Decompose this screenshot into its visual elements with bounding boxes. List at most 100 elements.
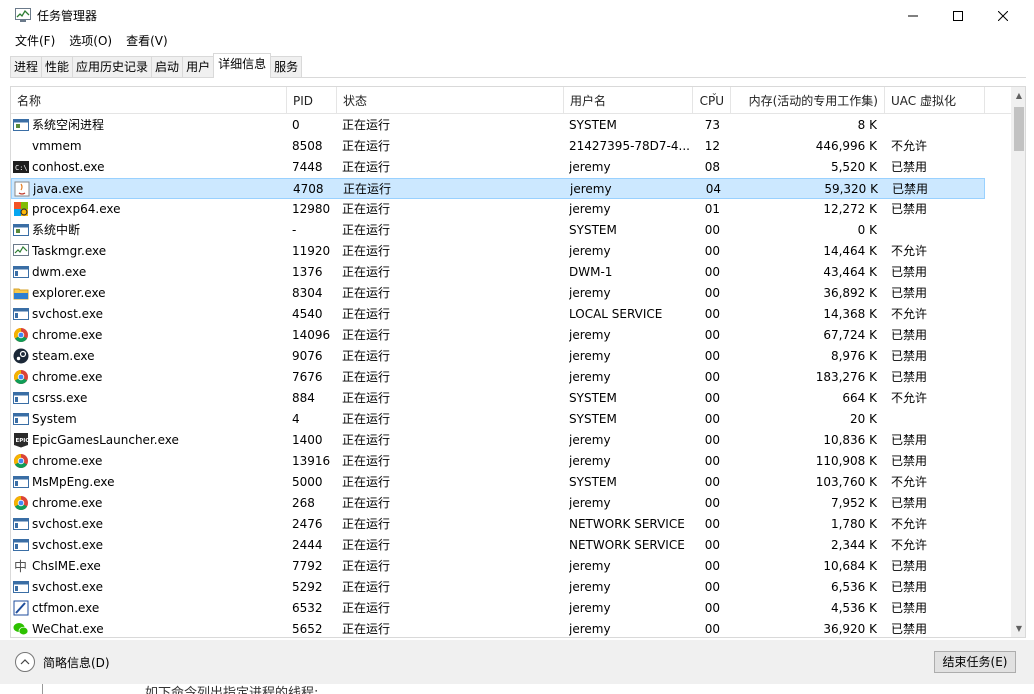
table-row[interactable]: ctfmon.exe 6532 正在运行 jeremy 00 4,536 K 已禁用 [11,598,985,619]
process-username: jeremy [569,559,611,573]
table-row[interactable]: svchost.exe 5292 正在运行 jeremy 00 6,536 K 已禁用 [11,577,985,598]
table-row[interactable]: 系统中断 - 正在运行 SYSTEM 00 0 K [11,220,985,241]
vertical-scrollbar[interactable]: ▲ ▼ [1011,87,1025,637]
menu-view[interactable]: 查看(V) [119,32,175,52]
wechat-icon [13,621,29,637]
scroll-down-arrow-icon[interactable]: ▼ [1011,620,1025,637]
table-row[interactable]: chrome.exe 7676 正在运行 jeremy 00 183,276 K 已禁用 [11,367,985,388]
table-row[interactable]: vmmem 8508 正在运行 21427395-78D7-4... 12 446,996… [11,136,985,157]
process-status: 正在运行 [342,538,391,552]
process-uac [891,409,985,430]
process-name: chrome.exe [32,328,103,342]
process-uac: 已禁用 [891,349,928,363]
process-status: 正在运行 [342,286,391,300]
process-memory: 14,368 K [823,307,877,321]
sort-descending-icon: ⌄ [711,88,718,97]
tab-processes[interactable]: 进程 [10,56,43,78]
process-name: svchost.exe [32,538,103,552]
scrollbar-thumb[interactable] [1014,107,1024,151]
close-button[interactable] [980,0,1026,31]
process-uac: 不允许 [891,517,928,531]
folder-icon [13,285,29,301]
table-row[interactable]: chrome.exe 268 正在运行 jeremy 00 7,952 K 已禁用 [11,493,985,514]
column-header-name[interactable]: 名称 [11,87,287,114]
process-username: SYSTEM [569,223,617,237]
table-row[interactable]: dwm.exe 1376 正在运行 DWM-1 00 43,464 K 已禁用 [11,262,985,283]
minimize-button[interactable] [890,0,936,31]
svg-text:中: 中 [14,560,27,574]
table-row[interactable]: EPIC EpicGamesLauncher.exe 1400 正在运行 jeremy 0… [11,430,985,451]
column-header-status[interactable]: 状态 [337,87,564,114]
table-row[interactable]: Taskmgr.exe 11920 正在运行 jeremy 00 14,464 K 不允许 [11,241,985,262]
process-pid: 1400 [292,433,323,447]
process-cpu: 00 [704,601,720,615]
process-pid: 7676 [292,370,323,384]
process-status: 正在运行 [342,391,391,405]
process-cpu: 00 [704,265,720,279]
process-pid: 5000 [292,475,323,489]
process-name: procexp64.exe [32,202,121,216]
process-username: SYSTEM [569,475,617,489]
table-row[interactable]: procexp64.exe 12980 正在运行 jeremy 01 12,272 K 已禁… [11,199,985,220]
process-pid: 2476 [292,517,323,531]
maximize-button[interactable] [935,0,981,31]
column-header-username[interactable]: 用户名 [564,87,693,114]
process-memory: 6,536 K [830,580,877,594]
process-username: 21427395-78D7-4... [569,139,690,153]
process-status: 正在运行 [342,307,391,321]
process-name: conhost.exe [32,160,105,174]
window-icon [13,390,29,406]
tab-app-history[interactable]: 应用历史记录 [72,56,153,78]
process-uac: 不允许 [891,244,928,258]
title-bar[interactable]: 任务管理器 [0,0,1034,31]
table-row[interactable]: System 4 正在运行 SYSTEM 00 20 K [11,409,985,430]
svg-text:C:\: C:\ [15,164,28,172]
background-window-strip: 如下命令列出指定进程的线程: [0,684,1034,694]
menu-file[interactable]: 文件(F) [8,32,62,52]
tab-services[interactable]: 服务 [270,56,303,78]
table-row[interactable]: 系统空闲进程 0 正在运行 SYSTEM 73 8 K [11,115,985,136]
process-memory: 0 K [857,223,877,237]
column-header-pid[interactable]: PID [287,87,337,114]
process-cpu: 04 [705,182,721,196]
process-cpu: 73 [704,118,720,132]
table-row[interactable]: chrome.exe 14096 正在运行 jeremy 00 67,724 K 已禁用 [11,325,985,346]
table-row-selected[interactable]: java.exe 4708 正在运行 jeremy 04 59,320 K 已禁用 [11,178,985,199]
table-row[interactable]: svchost.exe 4540 正在运行 LOCAL SERVICE 00 14,368… [11,304,985,325]
scroll-up-arrow-icon[interactable]: ▲ [1011,87,1025,104]
table-row[interactable]: svchost.exe 2444 正在运行 NETWORK SERVICE 00 2,34… [11,535,985,556]
tab-performance[interactable]: 性能 [41,56,74,78]
process-status: 正在运行 [342,328,391,342]
end-task-button[interactable]: 结束任务(E) [934,651,1016,673]
task-manager-app-icon [15,8,31,22]
process-name: 系统中断 [32,223,81,237]
process-cpu: 00 [704,538,720,552]
menu-options[interactable]: 选项(O) [62,32,119,52]
tab-startup[interactable]: 启动 [151,56,184,78]
table-row[interactable]: csrss.exe 884 正在运行 SYSTEM 00 664 K 不允许 [11,388,985,409]
table-row[interactable]: chrome.exe 13916 正在运行 jeremy 00 110,908 K 已禁用 [11,451,985,472]
fewer-details-button[interactable]: 简略信息(D) [15,652,110,672]
process-name: svchost.exe [32,517,103,531]
tab-users[interactable]: 用户 [182,56,215,78]
table-row[interactable]: explorer.exe 8304 正在运行 jeremy 00 36,892 K 已禁用 [11,283,985,304]
procexp-icon [13,201,29,217]
table-row[interactable]: MsMpEng.exe 5000 正在运行 SYSTEM 00 103,760 K 不允许 [11,472,985,493]
column-header-uac[interactable]: UAC 虚拟化 [885,87,985,114]
process-uac [891,220,985,241]
process-uac: 已禁用 [891,433,928,447]
table-row[interactable]: C:\ conhost.exe 7448 正在运行 jeremy 08 5,520 K 已禁用 [11,157,985,178]
table-row[interactable]: svchost.exe 2476 正在运行 NETWORK SERVICE 00 1,78… [11,514,985,535]
process-memory: 110,908 K [815,454,877,468]
column-header-memory[interactable]: 内存(活动的专用工作集) [731,87,885,114]
table-row[interactable]: steam.exe 9076 正在运行 jeremy 00 8,976 K 已禁用 [11,346,985,367]
process-name: Taskmgr.exe [32,244,107,258]
tab-details[interactable]: 详细信息 [213,53,272,78]
process-name: EpicGamesLauncher.exe [32,433,179,447]
process-username: SYSTEM [569,118,617,132]
process-pid: 12980 [292,202,331,216]
table-row[interactable]: 中 ChsIME.exe 7792 正在运行 jeremy 00 10,684 K 已禁用 [11,556,985,577]
window-icon [13,306,29,322]
process-uac: 不允许 [891,139,928,153]
table-row[interactable]: WeChat.exe 5652 正在运行 jeremy 00 36,920 K 已禁用 [11,619,985,637]
